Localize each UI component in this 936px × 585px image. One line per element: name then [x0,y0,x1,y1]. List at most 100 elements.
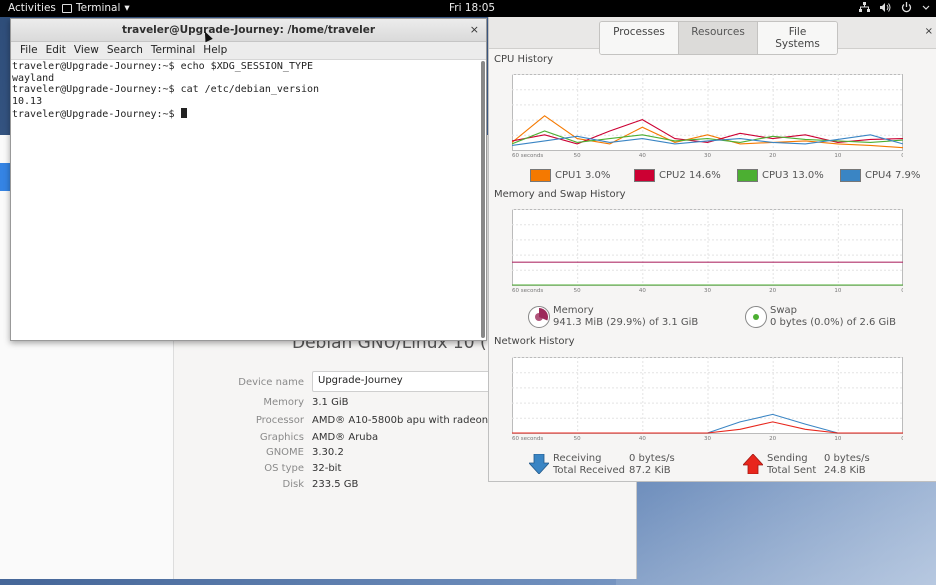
cpu-history-title: CPU History [494,54,554,65]
upload-arrow-icon [743,454,763,474]
download-arrow-icon [529,454,549,474]
terminal-icon [62,3,72,13]
info-value: AMD® Aruba [312,432,379,443]
x-tick-label: 50 [574,153,581,159]
cpu-history-graph: 100 %80 %60 %40 %20 %0 %60 seconds504030… [512,74,903,159]
tab-processes[interactable]: Processes [600,22,679,54]
x-tick-label: 40 [639,153,646,159]
close-icon[interactable]: × [470,23,479,36]
info-label: OS type [264,463,304,474]
total-sent-label: Total Sent [767,465,817,476]
terminal-menubar: File Edit View Search Terminal Help [11,42,486,60]
x-tick-label: 60 seconds [512,436,543,442]
memory-history-graph: 100 %80 %60 %40 %20 %0 %60 seconds504030… [512,209,903,294]
terminal-scrollbar[interactable] [481,61,485,338]
terminal-line: traveler@Upgrade-Journey:~$ echo $XDG_SE… [12,61,314,72]
x-tick-label: 10 [834,153,841,159]
top-bar: Activities Terminal ▾ Fri 18:05 [0,0,936,17]
cpu-color-swatch[interactable] [530,169,551,182]
cpu-legend-label: CPU1 [555,170,582,181]
x-tick-label: 40 [639,288,646,294]
info-label: Processor [255,415,304,426]
x-tick-label: 0 [901,436,903,442]
cpu-color-swatch[interactable] [737,169,758,182]
swap-pie-icon [745,306,767,328]
terminal-line: wayland [12,72,55,84]
cpu-legend-value: 3.0% [585,170,611,181]
info-label: Graphics [259,432,304,443]
info-label: Disk [282,479,304,490]
volume-icon [880,3,891,12]
terminal-prompt-line: traveler@Upgrade-Journey:~$ [12,107,479,121]
clock[interactable]: Fri 18:05 [449,2,495,14]
terminal-output[interactable]: traveler@Upgrade-Journey:~$ echo $XDG_SE… [11,60,480,340]
info-value: 32-bit [312,463,342,474]
memory-history-title: Memory and Swap History [494,189,626,200]
x-tick-label: 10 [834,288,841,294]
tab-resources[interactable]: Resources [679,22,758,54]
chevron-down-icon: ▾ [124,2,130,14]
info-value: 233.5 GB [312,479,359,490]
terminal-window: traveler@Upgrade-Journey: /home/traveler… [10,18,487,341]
memory-value: 941.3 MiB (29.9%) of 3.1 GiB [553,317,699,328]
info-label: Memory [263,397,304,408]
menu-edit[interactable]: Edit [42,42,70,59]
x-tick-label: 0 [901,288,903,294]
x-tick-label: 40 [639,436,646,442]
total-received-value: 87.2 KiB [629,465,671,476]
cpu-legend-value: 14.6% [689,170,721,181]
menu-view[interactable]: View [70,42,103,59]
power-icon [901,2,912,13]
network-icon [859,2,870,12]
x-tick-label: 60 seconds [512,153,543,159]
sending-label: Sending [767,453,808,464]
terminal-line: traveler@Upgrade-Journey:~$ cat /etc/deb… [12,84,320,96]
x-tick-label: 10 [834,436,841,442]
cpu-legend-label: CPU3 [762,170,789,181]
network-history-title: Network History [494,336,575,347]
cpu-legend-value: 7.9% [895,170,921,181]
tab-file-systems[interactable]: File Systems [758,22,837,54]
cpu-legend-label: CPU4 [865,170,892,181]
cpu-legend-label: CPU2 [659,170,686,181]
x-tick-label: 20 [769,153,776,159]
receiving-rate: 0 bytes/s [629,453,675,464]
cpu-legend-value: 13.0% [792,170,824,181]
x-tick-label: 0 [901,153,903,159]
sysmon-headerbar: Processes Resources File Systems × [489,17,936,55]
memory-pie-icon [528,306,550,328]
text-cursor [180,107,187,118]
terminal-prompt: traveler@Upgrade-Journey:~$ [12,108,181,120]
x-tick-label: 60 seconds [512,288,543,294]
x-tick-label: 50 [574,436,581,442]
device-name-field[interactable]: Upgrade-Journey [312,371,492,392]
receiving-label: Receiving [553,453,602,464]
sysmon-tab-switcher: Processes Resources File Systems [599,21,838,55]
chevron-down-icon [922,5,930,10]
terminal-line: 10.13 [12,96,43,108]
x-tick-label: 20 [769,436,776,442]
device-name-label: Device name [238,377,304,388]
terminal-titlebar[interactable]: traveler@Upgrade-Journey: /home/traveler… [11,19,486,42]
app-menu-label: Terminal [76,2,121,14]
total-sent-value: 24.8 KiB [824,465,866,476]
x-tick-label: 30 [704,288,711,294]
app-menu-button[interactable]: Terminal ▾ [62,2,130,14]
x-tick-label: 50 [574,288,581,294]
terminal-title: traveler@Upgrade-Journey: /home/traveler [121,24,376,36]
system-menu[interactable] [859,2,930,13]
sidebar-selected-item[interactable] [0,163,10,191]
menu-terminal[interactable]: Terminal [147,42,199,59]
close-icon[interactable]: × [925,26,933,37]
x-tick-label: 30 [704,153,711,159]
menu-help[interactable]: Help [199,42,231,59]
info-value: 3.1 GiB [312,397,349,408]
cpu-color-swatch[interactable] [840,169,861,182]
x-tick-label: 20 [769,288,776,294]
cpu-color-swatch[interactable] [634,169,655,182]
menu-search[interactable]: Search [103,42,147,59]
total-received-label: Total Received [553,465,626,476]
activities-button[interactable]: Activities [8,2,56,14]
memory-label: Memory [553,305,594,316]
menu-file[interactable]: File [16,42,42,59]
